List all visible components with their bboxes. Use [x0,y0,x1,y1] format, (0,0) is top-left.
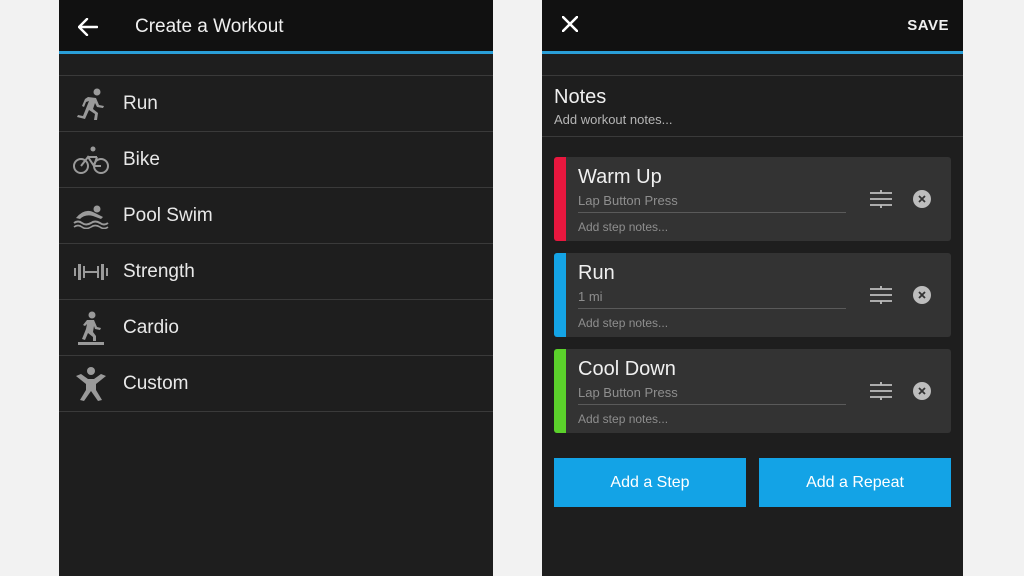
run-icon [59,87,123,121]
divider [542,54,963,76]
step-name: Run [578,262,615,284]
step-name: Warm Up [578,166,662,188]
cardio-icon [59,310,123,346]
step-duration[interactable]: Lap Button Press [578,193,846,213]
step-notes-input[interactable]: Add step notes... [578,220,846,234]
step-body: Warm Up Lap Button Press Add step notes.… [578,166,846,234]
workout-notes-input[interactable]: Add workout notes... [554,112,951,127]
remove-step-button[interactable] [913,286,931,304]
step-body: Run 1 mi Add step notes... [578,262,846,330]
arrow-left-icon [78,18,98,36]
notes-title: Notes [554,86,607,108]
app-bar: Create a Workout [59,0,493,54]
activity-label: Bike [123,148,160,170]
activity-item-run[interactable]: Run [59,76,493,132]
step-color-bar [554,349,566,433]
back-button[interactable] [75,14,101,40]
step-name: Cool Down [578,358,676,380]
remove-step-button[interactable] [913,190,931,208]
create-workout-screen: Create a Workout Run Bike Pool Swim Stre… [59,0,493,576]
custom-icon [59,366,123,402]
app-bar: SAVE [542,0,963,54]
workout-notes[interactable]: Notes Add workout notes... [542,76,963,137]
edit-workout-screen: SAVE Notes Add workout notes... Warm Up … [542,0,963,576]
step-card-cool-down[interactable]: Cool Down Lap Button Press Add step note… [554,349,951,433]
step-duration[interactable]: 1 mi [578,289,846,309]
activity-item-cardio[interactable]: Cardio [59,300,493,356]
close-button[interactable] [558,12,582,36]
step-body: Cool Down Lap Button Press Add step note… [578,358,846,426]
step-color-bar [554,157,566,241]
activity-label: Custom [123,372,189,394]
activity-item-bike[interactable]: Bike [59,132,493,188]
step-card-run[interactable]: Run 1 mi Add step notes... [554,253,951,337]
remove-step-button[interactable] [913,382,931,400]
step-actions: Add a Step Add a Repeat [554,458,951,507]
drag-handle-icon[interactable] [870,190,892,208]
activity-label: Strength [123,260,195,282]
strength-icon [59,262,123,282]
close-icon [918,195,926,203]
drag-handle-icon[interactable] [870,382,892,400]
close-icon [918,387,926,395]
activity-label: Pool Swim [123,204,213,226]
activity-item-pool-swim[interactable]: Pool Swim [59,188,493,244]
activity-item-custom[interactable]: Custom [59,356,493,412]
activity-item-strength[interactable]: Strength [59,244,493,300]
drag-handle-icon[interactable] [870,286,892,304]
close-icon [918,291,926,299]
step-notes-input[interactable]: Add step notes... [578,316,846,330]
step-notes-input[interactable]: Add step notes... [578,412,846,426]
page-title: Create a Workout [135,16,284,37]
activity-label: Cardio [123,316,179,338]
step-card-warm-up[interactable]: Warm Up Lap Button Press Add step notes.… [554,157,951,241]
step-color-bar [554,253,566,337]
divider [59,54,493,76]
step-duration[interactable]: Lap Button Press [578,385,846,405]
swim-icon [59,203,123,229]
activity-label: Run [123,92,158,114]
add-step-button[interactable]: Add a Step [554,458,746,507]
activity-list: Run Bike Pool Swim Strength Cardio Custo… [59,76,493,412]
close-icon [562,16,578,32]
step-list: Warm Up Lap Button Press Add step notes.… [542,137,963,433]
save-button[interactable]: SAVE [907,17,949,34]
bike-icon [59,145,123,175]
add-repeat-button[interactable]: Add a Repeat [759,458,951,507]
